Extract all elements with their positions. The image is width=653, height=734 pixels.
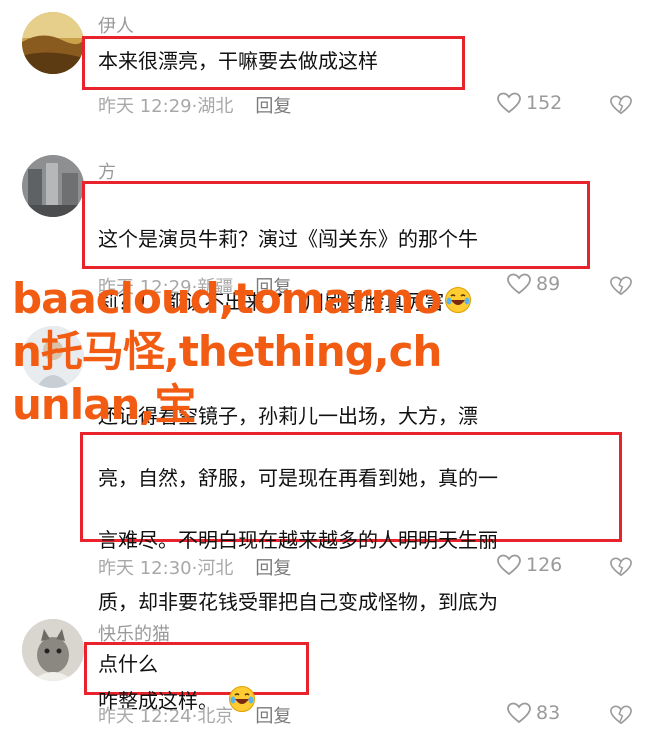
comment-meta: 昨天 12:24·北京 回复 [98, 702, 291, 728]
comment-text-line: 还记得看空镜子，孙莉儿一出场，大方，漂 [98, 404, 478, 428]
comment-meta: 昨天 12:29·新疆 回复 [98, 273, 291, 299]
heart-icon [497, 92, 521, 114]
heart-icon [497, 554, 521, 576]
comment-meta: 昨天 12:30·河北 回复 [98, 554, 291, 580]
like-button[interactable]: 126 [497, 554, 562, 576]
like-button[interactable]: 89 [507, 273, 560, 295]
like-button[interactable]: 152 [497, 92, 562, 114]
avatar[interactable] [22, 326, 84, 388]
like-count: 126 [526, 554, 563, 576]
dislike-icon[interactable] [610, 556, 632, 578]
like-button[interactable]: 83 [507, 702, 560, 724]
dislike-icon[interactable] [610, 275, 632, 297]
comment-text-line: 这个是演员牛莉？演过《闯关东》的那个牛 [98, 227, 478, 251]
timestamp-location: 昨天 12:29·湖北 [98, 96, 234, 117]
reply-button[interactable]: 回复 [255, 96, 291, 117]
timestamp-location: 昨天 12:30·河北 [98, 558, 234, 579]
avatar[interactable] [22, 619, 84, 681]
reply-button[interactable]: 回复 [255, 706, 291, 727]
comment-meta: 昨天 12:29·湖北 回复 [98, 92, 291, 118]
like-count: 89 [536, 273, 561, 295]
reply-button[interactable]: 回复 [255, 277, 291, 298]
timestamp-location: 昨天 12:29·新疆 [98, 277, 234, 298]
comment-text-line: 亮，自然，舒服，可是现在再看到她，真的一 [98, 466, 498, 490]
like-count: 152 [526, 92, 563, 114]
like-count: 83 [536, 702, 561, 724]
reply-button[interactable]: 回复 [255, 558, 291, 579]
comment-text-line: 质，却非要花钱受罪把自己变成怪物，到底为 [98, 590, 498, 614]
avatar[interactable] [22, 12, 84, 74]
heart-icon [507, 273, 531, 295]
heart-icon [507, 702, 531, 724]
timestamp-location: 昨天 12:24·北京 [98, 706, 234, 727]
avatar[interactable] [22, 155, 84, 217]
comment-text: 这个是演员牛莉？演过《闯关东》的那个牛 莉？！ 都认不出来了！川剧变脸真厉害 [98, 193, 478, 349]
comment-text-line: 言难尽。不明白现在越来越多的人明明天生丽 [98, 528, 498, 552]
username[interactable]: 伊人 [98, 12, 134, 38]
laughing-emoji-icon [444, 286, 472, 314]
dislike-icon[interactable] [610, 704, 632, 726]
comment-text: 本来很漂亮，干嘛要去做成这样 [98, 49, 378, 73]
dislike-icon[interactable] [610, 94, 632, 116]
